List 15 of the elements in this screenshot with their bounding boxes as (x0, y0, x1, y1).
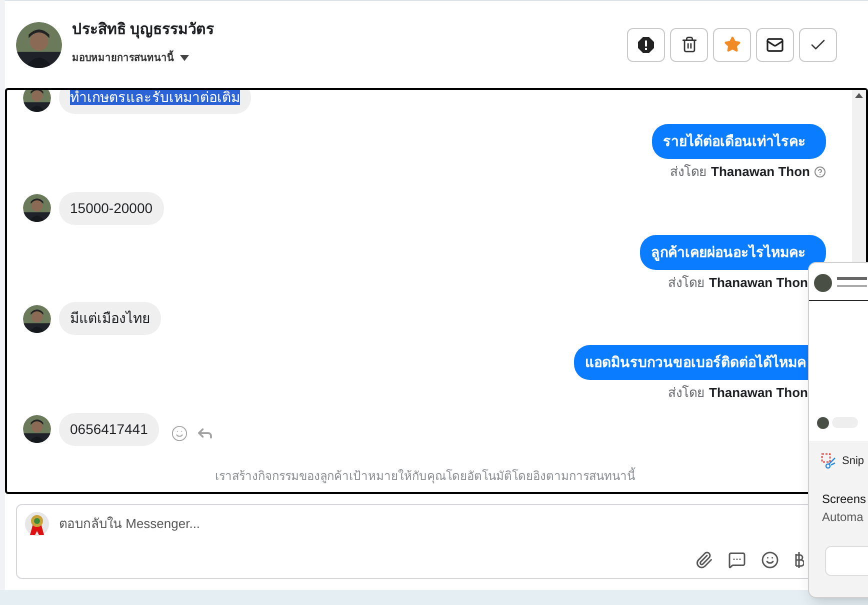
sent-by-label: ส่งโดย (670, 163, 708, 181)
message-bubble: รายได้ต่อเดือนเท่าไรคะ (652, 124, 826, 159)
activity-note: เราสร้างกิจกรรมของลูกค้าเป้าหมายให้กับคุณโดยอัตโนมัติโดยอิงตามการสนทนานี้ (215, 467, 635, 485)
contact-name: ประสิทธิ บุญธรรมวัตร (72, 20, 214, 40)
notification-app-name: Snip (842, 454, 864, 469)
sender-name: Thanawan Thon (709, 274, 808, 292)
message-bubble: ลูกค้าเคยผ่อนอะไรไหมคะ (640, 234, 826, 270)
sender-name: Thanawan Thon (709, 384, 808, 402)
message-text: มีแต่เมืองไทย (70, 310, 150, 326)
message-text: ทำเกษตรและรับเหมาต่อเติม (70, 90, 240, 105)
message-text: 0656417441 (70, 420, 148, 436)
sent-by-label: ส่งโดย (668, 274, 706, 292)
message-text: 15000-20000 (70, 200, 153, 216)
sender-name: Thanawan Thon (711, 163, 810, 181)
sent-by-label: ส่งโดย (668, 384, 706, 402)
